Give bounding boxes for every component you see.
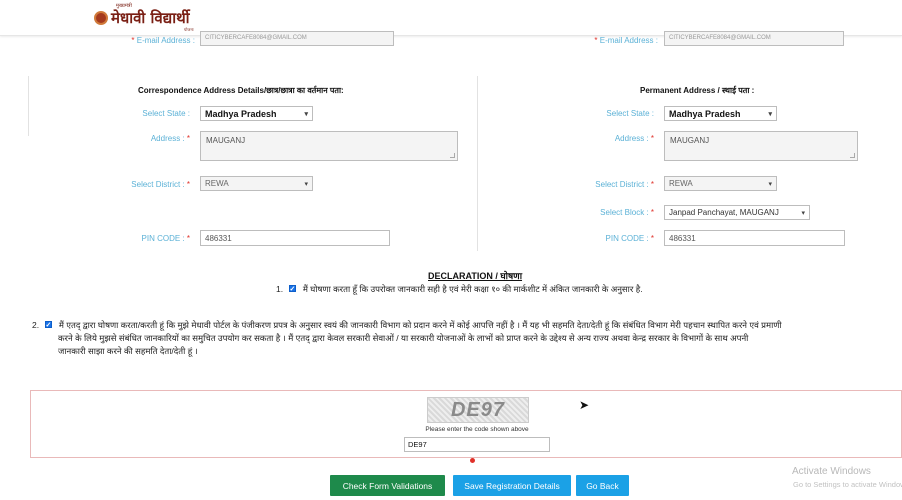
resize-handle-icon[interactable] xyxy=(850,153,855,158)
chevron-down-icon: ▾ xyxy=(801,209,805,217)
chevron-down-icon: ▾ xyxy=(304,180,308,188)
required-dot-icon xyxy=(470,458,475,463)
declaration-1-checkbox[interactable] xyxy=(289,283,297,296)
perm-block-label: Select Block : * xyxy=(600,208,654,217)
email-label-left: * E-mail Address : xyxy=(131,36,195,45)
captcha-image: DE97 xyxy=(427,397,529,423)
declaration-item-1: 1. मैं घोषणा करता हूँ कि उपरोक्त जानकारी… xyxy=(276,283,643,296)
declaration-2-line-3: जानकारी साझा करने की सहमति देता/देती हूं… xyxy=(58,346,198,356)
correspondence-title: Correspondence Address Details/छात्र/छात… xyxy=(138,86,344,95)
captcha-input[interactable]: DE97 xyxy=(404,437,550,452)
corr-district-label: Select District : * xyxy=(131,180,190,189)
perm-pin-label: PIN CODE : * xyxy=(605,234,654,243)
perm-pin-field[interactable]: 486331 xyxy=(664,230,845,246)
go-back-button[interactable]: Go Back xyxy=(576,475,629,496)
perm-block-select[interactable]: Janpad Panchayat, MAUGANJ ▾ xyxy=(664,205,810,220)
resize-handle-icon[interactable] xyxy=(450,153,455,158)
corr-address-label: Address : * xyxy=(150,134,190,143)
declaration-2-line-1: मैं एतद् द्वारा घोषणा करता/करती हूं कि म… xyxy=(58,320,782,330)
chevron-down-icon: ▾ xyxy=(768,180,772,188)
left-edge-divider xyxy=(28,76,29,136)
perm-state-label: Select State : xyxy=(606,109,654,118)
check-form-validations-button[interactable]: Check Form Validations xyxy=(330,475,445,496)
perm-state-select[interactable]: Madhya Pradesh ▾ xyxy=(664,106,777,121)
perm-address-field[interactable]: MAUGANJ xyxy=(664,131,858,161)
permanent-title: Permanent Address / स्थाई पता : xyxy=(640,86,755,95)
activation-watermark-subtitle: Go to Settings to activate Windows. xyxy=(793,480,902,489)
declaration-2-line-2: करने के लिये मुझसे संबंधित जानकारियों का… xyxy=(58,333,749,343)
logo-tag-bottom: योजना xyxy=(184,27,194,32)
corr-state-select[interactable]: Madhya Pradesh ▾ xyxy=(200,106,313,121)
declaration-2-checkbox[interactable] xyxy=(45,319,53,332)
chevron-down-icon: ▾ xyxy=(304,110,308,118)
captcha-prompt: Please enter the code shown above xyxy=(425,426,529,433)
email-field-left[interactable]: CITICYBERCAFE8084@GMAIL.COM xyxy=(200,31,394,46)
activation-watermark-title: Activate Windows xyxy=(792,466,871,477)
corr-state-label: Select State : xyxy=(142,109,190,118)
declaration-item-2: 2. मैं एतद् द्वारा घोषणा करता/करती हूं क… xyxy=(32,319,900,358)
corr-address-field[interactable]: MAUGANJ xyxy=(200,131,458,161)
perm-address-label: Address : * xyxy=(614,134,654,143)
perm-district-label: Select District : * xyxy=(595,180,654,189)
logo-text: मेधावी विद्यार्थी xyxy=(111,9,190,27)
save-registration-button[interactable]: Save Registration Details xyxy=(453,475,571,496)
email-field-right[interactable]: CITICYBERCAFE8084@GMAIL.COM xyxy=(664,31,844,46)
site-logo[interactable]: मेधावी विद्यार्थी मुख्यमंत्री योजना xyxy=(94,3,194,32)
perm-district-select[interactable]: REWA ▾ xyxy=(664,176,777,191)
corr-district-select[interactable]: REWA ▾ xyxy=(200,176,313,191)
corr-pin-field[interactable]: 486331 xyxy=(200,230,390,246)
emblem-icon xyxy=(94,11,108,25)
corr-pin-label: PIN CODE : * xyxy=(141,234,190,243)
mouse-cursor-icon: ➤ xyxy=(579,398,590,412)
column-divider xyxy=(477,76,478,251)
email-label-right: * E-mail Address : xyxy=(594,36,658,45)
declaration-title: DECLARATION / घोषणा xyxy=(428,271,523,281)
logo-tag-top: मुख्यमंत्री xyxy=(116,3,132,9)
chevron-down-icon: ▾ xyxy=(768,110,772,118)
